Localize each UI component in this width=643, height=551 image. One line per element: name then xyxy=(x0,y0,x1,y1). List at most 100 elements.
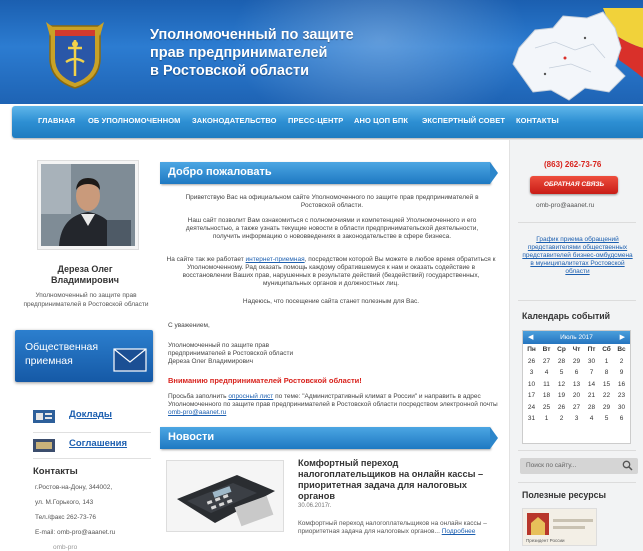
survey-link[interactable]: опросный лист xyxy=(228,393,273,400)
nav-item-ano[interactable]: АНО ЦОП БПК xyxy=(354,116,408,125)
nav-item-expert-council[interactable]: Экспертный совет xyxy=(422,116,505,125)
news-more-link[interactable]: Подробнее xyxy=(442,528,476,535)
calendar-day[interactable]: 23 xyxy=(614,392,629,399)
calendar-weekday: Ср xyxy=(557,346,566,353)
calendar-day[interactable]: 28 xyxy=(554,358,569,365)
contact-extra[interactable]: omb-pro xyxy=(53,544,77,551)
site-search-input[interactable]: Поиск по сайту... xyxy=(520,458,638,474)
welcome-para-3-pre: На сайте так же работает xyxy=(166,256,246,263)
calendar-day[interactable]: 15 xyxy=(599,381,614,388)
site-title-line-2: прав предпринимателей xyxy=(150,45,328,61)
ombudsman-photo xyxy=(37,160,139,250)
calendar-day[interactable]: 16 xyxy=(614,381,629,388)
calendar-day[interactable]: 11 xyxy=(539,381,554,388)
sidebar-email[interactable]: omb-pro@aaanet.ru xyxy=(536,202,594,209)
welcome-para-4: Надеюсь, что посещение сайта станет поле… xyxy=(242,298,420,305)
calendar-day[interactable]: 28 xyxy=(584,404,599,411)
right-sidebar: (863) 262-73-76 ОБРАТНАЯ СВЯЗЬ omb-pro@a… xyxy=(509,140,643,551)
calendar-day[interactable]: 18 xyxy=(539,392,554,399)
public-reception-banner[interactable]: Общественная приемная xyxy=(15,330,153,382)
calendar-day[interactable]: 3 xyxy=(569,415,584,422)
calendar-day[interactable]: 3 xyxy=(524,369,539,376)
welcome-para-2: Наш сайт позволит Вам ознакомиться с пол… xyxy=(185,217,479,240)
calendar-day[interactable]: 30 xyxy=(584,358,599,365)
contact-email[interactable]: E-mail: omb-pro@aaanet.ru xyxy=(35,529,115,536)
site-title-line-1: Уполномоченный по защите xyxy=(150,27,354,43)
survey-text-pre: Просьба заполнить xyxy=(168,393,229,400)
calendar-day[interactable]: 10 xyxy=(524,381,539,388)
contact-phone: Тел./факс 262-73-76 xyxy=(35,514,96,521)
calendar-day[interactable]: 2 xyxy=(614,358,629,365)
president-resource-banner[interactable]: Президент России xyxy=(522,508,597,546)
calendar-day[interactable]: 26 xyxy=(554,404,569,411)
signature-line-1: Уполномоченный по защите прав xyxy=(168,342,270,349)
contact-address-2: ул. М.Горького, 143 xyxy=(35,499,94,506)
welcome-title: Добро пожаловать xyxy=(168,166,272,178)
survey-email-link[interactable]: omb-pro@aaanet.ru xyxy=(168,409,226,416)
calendar-day[interactable]: 25 xyxy=(539,404,554,411)
calendar-day[interactable]: 4 xyxy=(539,369,554,376)
nav-item-legislation[interactable]: Законодательство xyxy=(192,116,277,125)
calendar-day[interactable]: 21 xyxy=(584,392,599,399)
envelope-icon xyxy=(113,348,147,372)
calendar-day[interactable]: 30 xyxy=(614,404,629,411)
calendar-day[interactable]: 24 xyxy=(524,404,539,411)
calendar-day[interactable]: 1 xyxy=(599,358,614,365)
calendar-day[interactable]: 27 xyxy=(569,404,584,411)
nav-item-about[interactable]: Об уполномоченном xyxy=(88,116,181,125)
nav-item-home[interactable]: Главная xyxy=(38,116,75,125)
calendar-day[interactable]: 19 xyxy=(554,392,569,399)
calendar-day[interactable]: 1 xyxy=(539,415,554,422)
reception-schedule-link[interactable]: График приема обращений представителями … xyxy=(520,236,635,276)
calendar-day[interactable]: 20 xyxy=(569,392,584,399)
calendar-day[interactable]: 31 xyxy=(524,415,539,422)
calendar-next-icon[interactable]: ▶ xyxy=(620,333,625,341)
ombudsman-role: Уполномоченный по защите прав предприним… xyxy=(23,292,149,308)
calendar-day[interactable]: 13 xyxy=(569,381,584,388)
calendar-day[interactable]: 6 xyxy=(614,415,629,422)
news-thumbnail[interactable] xyxy=(166,460,284,532)
ombudsman-name-line-2: Владимирович xyxy=(51,275,119,285)
calendar-weekday: Пт xyxy=(587,346,596,353)
signature-line-3: Дереза Олег Владимирович xyxy=(168,358,254,365)
coat-of-arms-icon[interactable] xyxy=(44,18,106,90)
reports-link[interactable]: Доклады xyxy=(69,409,112,420)
calendar-day[interactable]: 5 xyxy=(554,369,569,376)
agreements-link[interactable]: Соглашения xyxy=(69,438,127,449)
nav-item-contacts[interactable]: Контакты xyxy=(516,116,559,125)
contacts-title: Контакты xyxy=(33,466,78,477)
person-portrait-icon xyxy=(41,164,135,246)
calendar-day[interactable]: 9 xyxy=(614,369,629,376)
calendar-day[interactable]: 29 xyxy=(569,358,584,365)
calendar-day[interactable]: 4 xyxy=(584,415,599,422)
calendar-prev-icon[interactable]: ◀ xyxy=(528,333,533,341)
contact-address-1: г.Ростов-на-Дону, 344002, xyxy=(35,484,113,491)
calendar-day[interactable]: 17 xyxy=(524,392,539,399)
calendar-day[interactable]: 8 xyxy=(599,369,614,376)
news-item-title[interactable]: Комфортный переход налогоплательщиков на… xyxy=(298,458,498,502)
calendar-day[interactable]: 27 xyxy=(539,358,554,365)
calendar-day[interactable]: 29 xyxy=(599,404,614,411)
calendar-day[interactable]: 26 xyxy=(524,358,539,365)
feedback-button[interactable]: ОБРАТНАЯ СВЯЗЬ xyxy=(530,176,618,194)
calendar-day[interactable]: 12 xyxy=(554,381,569,388)
calendar-day[interactable]: 2 xyxy=(554,415,569,422)
nav-item-press-center[interactable]: Пресс-центр xyxy=(288,116,343,125)
calendar-day[interactable]: 14 xyxy=(584,381,599,388)
calendar-weekday: Чт xyxy=(572,346,581,353)
calendar-day[interactable]: 22 xyxy=(599,392,614,399)
resource-caption: Президент России xyxy=(526,538,565,543)
search-icon[interactable] xyxy=(622,460,633,471)
calendar-weekday: Пн xyxy=(527,346,536,353)
internet-reception-link[interactable]: интернет-приемная xyxy=(246,256,305,263)
reception-line-1: Общественная xyxy=(25,341,99,353)
reception-line-2: приемная xyxy=(25,355,73,367)
signature-line-2: предпринимателей в Ростовской области xyxy=(168,350,294,357)
calendar-day[interactable]: 6 xyxy=(569,369,584,376)
calendar-day[interactable]: 7 xyxy=(584,369,599,376)
ombudsman-name: Дереза Олег Владимирович xyxy=(15,264,155,286)
survey-text: Просьба заполнить опросный лист по теме:… xyxy=(168,393,498,417)
news-item-date: 30.06.2017г. xyxy=(298,503,332,509)
warning-heading: Вниманию предпринимателей Ростовской обл… xyxy=(168,376,362,385)
calendar-day[interactable]: 5 xyxy=(599,415,614,422)
